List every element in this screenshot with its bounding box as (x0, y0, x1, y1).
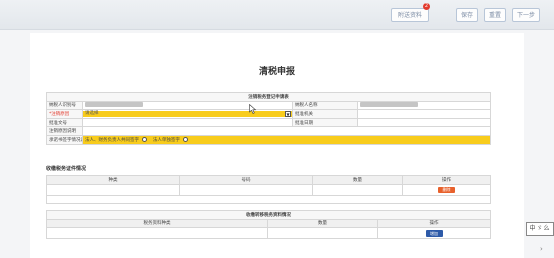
mat-qty-cell[interactable] (267, 227, 378, 240)
certificates-table: 种类 号码 数量 操作 删除 (46, 175, 491, 205)
save-button[interactable]: 保存 (456, 8, 478, 22)
reason-select[interactable]: 请选择 ▼ (83, 110, 292, 118)
next-step-button[interactable]: 下一步 (512, 8, 540, 22)
sign-label: 承诺书签字情况说明 (46, 134, 83, 145)
approve-doc-label: 批准文号 (46, 117, 83, 128)
taxpayer-name-redacted (360, 102, 418, 108)
cert-number-cell[interactable] (179, 183, 313, 196)
cert-col-op: 操作 (402, 175, 491, 185)
chevron-right-icon[interactable]: › (540, 245, 543, 253)
cert-qty-cell[interactable] (312, 183, 403, 196)
materials-table: 收缴转移税务资料情况 税务资料种类 数量 操作 增加 (45, 210, 492, 240)
taxpayer-id-redacted (85, 102, 143, 108)
sign-option-1-radio[interactable] (142, 136, 148, 142)
mat-col-op: 操作 (376, 218, 492, 229)
deregistration-form: 注销税务登记申请表 纳税人识别号 纳税人名称 *注销原因 请选择 ▼ 批准机关 … (46, 92, 491, 145)
cert-col-qty: 数量 (312, 175, 403, 185)
approve-org-label: 批准机关 (292, 109, 358, 119)
reason-select-value: 请选择 (85, 110, 99, 116)
sign-options: 法人、财务负责人共同签字 法人单独签字 (82, 134, 491, 145)
reason-desc-label: 注销原因说明 (46, 126, 83, 136)
page-title: 清税申报 (258, 67, 295, 77)
certificates-section-title: 收缴税务证件情况 (46, 166, 87, 172)
approve-doc-input[interactable] (82, 117, 293, 128)
cert-empty-row (46, 194, 491, 205)
mat-col-type: 税务资料种类 (46, 218, 268, 229)
attach-count-badge: 2 (423, 3, 430, 10)
mat-op-cell: 增加 (376, 227, 492, 240)
delete-button[interactable]: 删除 (438, 186, 455, 193)
mat-col-qty: 数量 (267, 218, 378, 229)
mat-type-cell[interactable] (46, 227, 268, 240)
sign-option-2-label: 法人单独签字 (152, 137, 180, 143)
taxpayer-name-value (357, 100, 491, 111)
chevron-down-icon[interactable]: ▼ (285, 110, 291, 118)
taxpayer-id-value (82, 100, 293, 111)
reason-desc-input[interactable] (82, 126, 491, 136)
form-header: 注销税务登记申请表 (46, 92, 491, 102)
mouse-cursor-icon (249, 104, 257, 114)
input-method-widget[interactable]: 中ゞ么 (526, 222, 554, 236)
cert-col-type: 种类 (46, 175, 180, 185)
sign-option-1-label: 法人、财务负责人共同签字 (85, 137, 139, 143)
taxpayer-id-label: 纳税人识别号 (46, 100, 83, 111)
approve-date-label: 批准日期 (292, 117, 358, 128)
cert-col-number: 号码 (179, 175, 313, 185)
add-button[interactable]: 增加 (425, 229, 443, 237)
reason-cell: 请选择 ▼ (82, 109, 293, 119)
approve-org-input[interactable] (357, 109, 491, 119)
materials-section-title: 收缴转移税务资料情况 (45, 210, 492, 220)
approve-date-input[interactable] (357, 117, 491, 128)
cert-type-cell[interactable] (46, 183, 180, 196)
reason-label: *注销原因 (46, 109, 83, 119)
cert-op-cell: 删除 (402, 183, 491, 196)
attach-materials-button[interactable]: 附送资料 (391, 8, 429, 22)
reset-button[interactable]: 重置 (484, 8, 506, 22)
taxpayer-name-label: 纳税人名称 (292, 100, 358, 111)
top-toolbar: 附送资料 2 保存 重置 下一步 (0, 0, 554, 30)
sign-option-2-radio[interactable] (183, 136, 189, 142)
